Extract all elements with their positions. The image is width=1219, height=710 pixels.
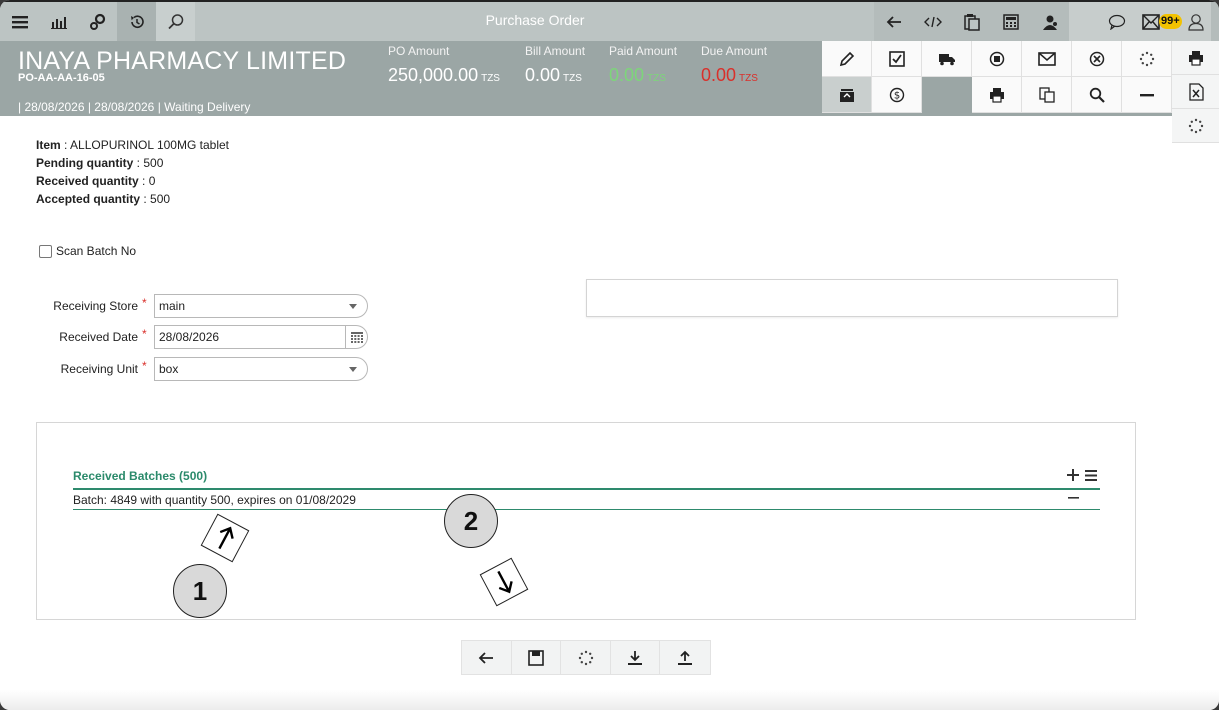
chevron-down-icon — [349, 367, 357, 372]
notifications-button[interactable]: 99+ — [1135, 2, 1182, 41]
batch-row[interactable]: Batch: 4849 with quantity 500, expires o… — [73, 493, 356, 507]
toolbar-left-group — [0, 2, 195, 41]
po-meta: | 28/08/2026 | 28/08/2026 | Waiting Deli… — [18, 100, 251, 114]
code-icon[interactable] — [913, 2, 952, 41]
empty-info-box — [586, 279, 1118, 317]
received-date-row: Received Date * 28/08/2026 — [20, 325, 380, 349]
save-icon[interactable] — [512, 641, 562, 674]
paid-amount-label: Paid Amount — [609, 44, 678, 58]
page-title: Purchase Order — [485, 12, 585, 28]
back-icon[interactable] — [874, 2, 913, 41]
bill-amount-value: 0.00 TZS — [525, 65, 582, 85]
stop-icon[interactable] — [972, 41, 1022, 77]
delivery-icon[interactable] — [922, 41, 972, 77]
toolbar-right-group: 99+ — [874, 2, 1219, 41]
excel-icon[interactable] — [1172, 75, 1219, 109]
received-date-value: 28/08/2026 — [159, 330, 220, 344]
scan-batch-checkbox[interactable] — [39, 244, 52, 258]
window-bottom-edge — [0, 690, 1219, 710]
action-grid-empty — [922, 77, 972, 113]
search-icon[interactable] — [156, 2, 195, 41]
batch-actions — [1067, 469, 1097, 481]
history-icon[interactable] — [117, 2, 156, 41]
paid-amount-value: 0.00 TZS — [609, 65, 666, 85]
menu-icon[interactable] — [0, 2, 39, 41]
cancel-icon[interactable] — [1072, 41, 1122, 77]
calendar-icon[interactable] — [346, 325, 368, 349]
accepted-quantity-line: Accepted quantity : 500 — [36, 192, 171, 206]
divider — [73, 509, 1100, 510]
received-batches-title: Received Batches (500) — [73, 469, 208, 483]
pending-quantity-line: Pending quantity : 500 — [36, 156, 164, 170]
required-mark: * — [142, 359, 147, 373]
toolbar-spacer — [1069, 2, 1099, 41]
received-date-input[interactable]: 28/08/2026 — [154, 325, 346, 349]
download-icon[interactable] — [611, 641, 661, 674]
mail-icon[interactable] — [1022, 41, 1072, 77]
loading-icon[interactable] — [561, 641, 611, 674]
loading-icon[interactable] — [1122, 41, 1172, 77]
archive-icon[interactable] — [822, 77, 872, 113]
minus-icon[interactable] — [1122, 77, 1172, 113]
scan-batch-option: Scan Batch No — [39, 244, 136, 258]
chat-icon[interactable] — [1099, 2, 1135, 41]
received-date-label: Received Date — [59, 330, 138, 344]
svg-text:$: $ — [893, 90, 899, 101]
marker-2: 2 — [444, 494, 498, 548]
bottom-action-bar — [461, 640, 711, 675]
bill-amount-label: Bill Amount — [525, 44, 586, 58]
add-icon[interactable] — [1067, 469, 1079, 481]
divider — [73, 488, 1100, 490]
print-icon[interactable] — [972, 77, 1022, 113]
side-action-column — [1172, 41, 1219, 143]
marker-1: 1 — [173, 564, 227, 618]
user-support-icon[interactable] — [1030, 2, 1069, 41]
calculator-icon[interactable] — [991, 2, 1030, 41]
copy-icon[interactable] — [1022, 77, 1072, 113]
receiving-unit-label: Receiving Unit — [60, 362, 138, 376]
back-icon[interactable] — [462, 641, 512, 674]
app-window: Purchase Order 99+ INAYA PHARMACY LIMITE… — [0, 0, 1219, 710]
item-line: Item : ALLOPURINOL 100MG tablet — [36, 138, 229, 152]
user-icon[interactable] — [1181, 2, 1211, 41]
payment-icon[interactable]: $ — [872, 77, 922, 113]
loading-icon[interactable] — [1172, 109, 1219, 143]
clipboard-icon[interactable] — [952, 2, 991, 41]
settings-icon[interactable] — [78, 2, 117, 41]
po-number: PO-AA-AA-16-05 — [18, 72, 105, 84]
due-amount-value: 0.00 TZS — [701, 65, 758, 85]
bill-amount: Bill Amount 0.00 TZS — [525, 44, 585, 86]
receiving-store-select[interactable]: main — [154, 294, 368, 318]
received-quantity-line: Received quantity : 0 — [36, 174, 156, 188]
due-amount-label: Due Amount — [701, 44, 768, 58]
po-amount-value: 250,000.00 TZS — [388, 65, 500, 85]
required-mark: * — [142, 296, 147, 310]
search-icon[interactable] — [1072, 77, 1122, 113]
header-action-grid: $ — [822, 41, 1172, 113]
top-toolbar: Purchase Order 99+ — [0, 0, 1219, 41]
chart-icon[interactable] — [39, 2, 78, 41]
print-icon[interactable] — [1172, 41, 1219, 75]
receiving-unit-select[interactable]: box — [154, 357, 368, 381]
upload-icon[interactable] — [660, 641, 710, 674]
list-icon[interactable] — [1085, 469, 1097, 481]
receiving-store-value: main — [159, 299, 186, 313]
scan-batch-label: Scan Batch No — [56, 244, 137, 258]
required-mark: * — [142, 327, 147, 341]
receiving-store-label: Receiving Store — [53, 299, 138, 313]
po-amount-label: PO Amount — [388, 44, 450, 58]
paid-amount: Paid Amount 0.00 TZS — [609, 44, 677, 86]
receiving-unit-value: box — [159, 362, 179, 376]
receiving-store-row: Receiving Store * main — [20, 294, 380, 318]
due-amount: Due Amount 0.00 TZS — [701, 44, 767, 86]
edit-icon[interactable] — [822, 41, 872, 77]
approve-icon[interactable] — [872, 41, 922, 77]
po-amount: PO Amount 250,000.00 TZS — [388, 44, 500, 86]
item-info: Item : ALLOPURINOL 100MG tablet Pending … — [36, 136, 229, 208]
mail-icon — [1142, 14, 1160, 30]
notification-badge: 99+ — [1159, 14, 1182, 29]
remove-batch-icon[interactable] — [1068, 491, 1080, 503]
chevron-down-icon — [349, 304, 357, 309]
receiving-unit-row: Receiving Unit * box — [20, 357, 380, 381]
